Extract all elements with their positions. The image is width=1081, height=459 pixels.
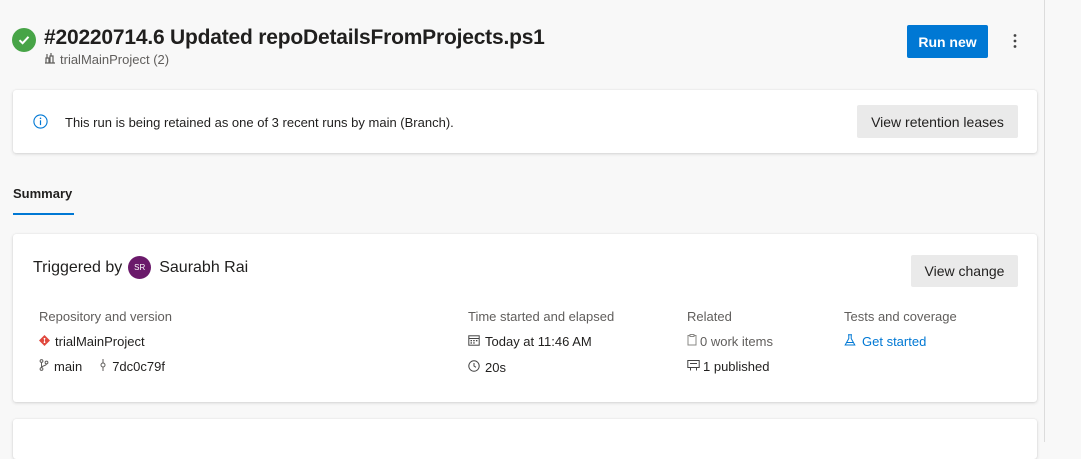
- published-row[interactable]: 1 published: [687, 359, 770, 374]
- version-row: main 7dc0c79f: [39, 359, 165, 374]
- work-items-count: 0 work items: [700, 334, 773, 349]
- next-card: [13, 419, 1037, 459]
- run-title: #20220714.6 Updated repoDetailsFromProje…: [44, 26, 545, 49]
- commit-id[interactable]: 7dc0c79f: [112, 359, 165, 374]
- test-beaker-icon: [844, 334, 856, 349]
- calendar-icon: [468, 334, 480, 349]
- repository-row[interactable]: trialMainProject: [38, 334, 145, 349]
- branch-icon: [39, 359, 49, 374]
- pipeline-icon: [44, 52, 56, 67]
- work-item-icon: [687, 334, 697, 349]
- retention-banner: This run is being retained as one of 3 r…: [13, 90, 1037, 153]
- view-change-button[interactable]: View change: [911, 255, 1018, 287]
- pipeline-link[interactable]: trialMainProject (2): [44, 52, 169, 67]
- repo-name[interactable]: trialMainProject: [55, 334, 145, 349]
- published-count[interactable]: 1 published: [703, 359, 770, 374]
- summary-card: Triggered by SR Saurabh Rai View change …: [13, 234, 1037, 402]
- view-retention-leases-button[interactable]: View retention leases: [857, 105, 1018, 138]
- clock-icon: [468, 360, 480, 375]
- time-heading: Time started and elapsed: [468, 309, 615, 324]
- elapsed-time: 20s: [485, 360, 506, 375]
- user-name: Saurabh Rai: [159, 258, 249, 276]
- get-started-label[interactable]: Get started: [862, 334, 926, 349]
- more-actions-icon[interactable]: [1003, 28, 1027, 54]
- time-column: Time started and elapsed Today at 11:46 …: [468, 309, 615, 375]
- run-new-button[interactable]: Run new: [907, 25, 988, 58]
- get-started-link[interactable]: Get started: [844, 334, 926, 349]
- info-icon: [33, 114, 48, 134]
- time-started-row: Today at 11:46 AM: [468, 334, 592, 349]
- vertical-scrollbar[interactable]: [1044, 0, 1081, 442]
- branch-name[interactable]: main: [54, 359, 82, 374]
- related-column: Related 0 work items 1 published: [687, 309, 773, 374]
- triggered-label: Triggered by: [33, 258, 123, 276]
- retention-message: This run is being retained as one of 3 r…: [65, 115, 454, 130]
- repository-heading: Repository and version: [39, 309, 172, 324]
- tests-heading: Tests and coverage: [844, 309, 957, 324]
- related-heading: Related: [687, 309, 732, 324]
- elapsed-row: 20s: [468, 360, 506, 375]
- avatar[interactable]: SR: [128, 256, 152, 279]
- repository-column: Repository and version trialMainProject …: [38, 309, 172, 374]
- success-check-icon: [12, 28, 36, 52]
- pipeline-name[interactable]: trialMainProject (2): [60, 52, 169, 67]
- tab-summary[interactable]: Summary: [13, 186, 74, 215]
- git-repo-icon: [38, 334, 51, 349]
- tests-column: Tests and coverage Get started: [844, 309, 957, 349]
- work-items-row: 0 work items: [687, 334, 773, 349]
- commit-icon: [99, 359, 107, 374]
- triggered-by: Triggered by SR Saurabh Rai: [33, 256, 248, 279]
- time-started: Today at 11:46 AM: [485, 334, 592, 349]
- artifact-icon: [687, 359, 700, 374]
